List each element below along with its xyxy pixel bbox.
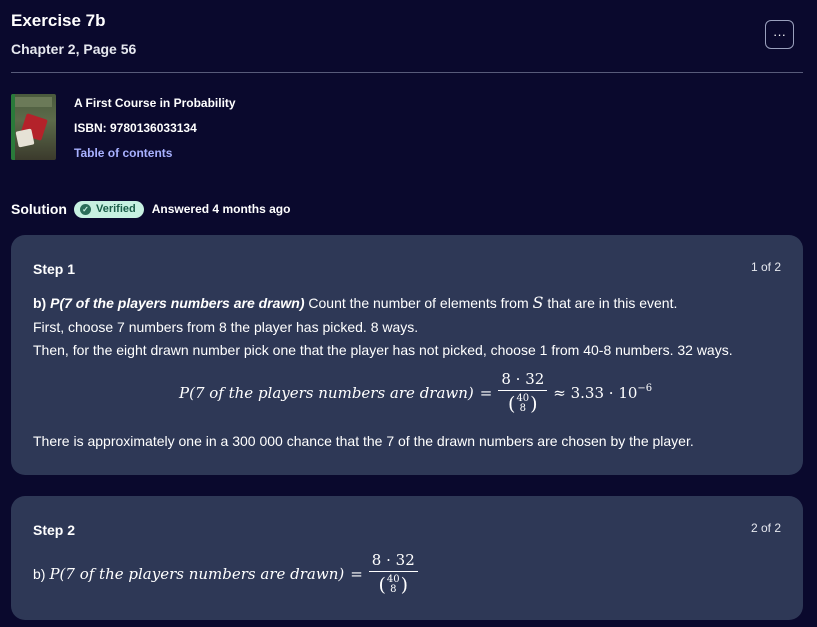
formula-fraction: 8 · 32 ( 40 8 ) (498, 370, 548, 415)
formula-fraction: 8 · 32 ( 40 8 ) (368, 551, 418, 596)
chapter-page: Chapter 2, Page 56 (11, 41, 137, 57)
verified-badge-label: Verified (96, 203, 136, 215)
set-symbol: S (532, 293, 544, 312)
header-divider (11, 72, 803, 73)
book-meta: A First Course in Probability ISBN: 9780… (74, 94, 374, 161)
step-counter: 1 of 2 (750, 260, 781, 274)
book-cover-image[interactable] (11, 94, 56, 160)
step-1-intro: b) P(7 of the players numbers are drawn)… (33, 292, 793, 314)
formula-exponent: −6 (637, 383, 653, 394)
step-card-1: Step 1 1 of 2 b) P(7 of the players numb… (11, 235, 803, 475)
probability-formula: b) P(7 of the players numbers are drawn)… (33, 551, 424, 596)
step-label: Step 2 (33, 522, 76, 538)
fraction-bar (498, 390, 548, 391)
binom-bottom: 8 (390, 584, 397, 595)
step-1-line-2: First, choose 7 numbers from 8 the playe… (33, 319, 419, 335)
book-isbn: ISBN: 9780136033134 (74, 121, 197, 135)
book-title: A First Course in Probability (74, 96, 236, 110)
table-of-contents-link[interactable]: Table of contents (74, 145, 374, 161)
formula-lhs: P(7 of the players numbers are drawn) (49, 564, 345, 583)
solution-label: Solution (11, 201, 67, 217)
fraction-bar (368, 571, 418, 572)
fraction-denominator: ( 40 8 ) (508, 393, 538, 415)
step-1-conclusion: There is approximately one in a 300 000 … (33, 433, 694, 449)
binomial: ( 40 8 ) (508, 393, 538, 415)
event-name: P(7 of the players numbers are drawn) (50, 295, 305, 311)
formula-approx: ≈ 3.33 · 10 (553, 383, 638, 402)
part-label: b) (33, 565, 46, 582)
intro-text: Count the number of elements from (308, 295, 529, 311)
verified-check-icon: ✓ (80, 203, 91, 215)
more-options-button[interactable]: ··· (765, 20, 794, 49)
page-title: Exercise 7b (11, 11, 106, 30)
intro-text-end: that are in this event. (547, 295, 678, 311)
step-counter: 2 of 2 (750, 521, 781, 535)
step-label: Step 1 (33, 261, 76, 277)
cover-title-band (15, 97, 52, 107)
binom-bottom: 8 (519, 403, 526, 414)
formula-lhs: P(7 of the players numbers are drawn) (179, 383, 474, 402)
probability-formula: P(7 of the players numbers are drawn) = … (179, 370, 652, 415)
step-1-line-3: Then, for the eight drawn number pick on… (33, 342, 733, 358)
exercise-header: Exercise 7b Chapter 2, Page 56 (11, 10, 803, 58)
more-dots-icon: ··· (773, 27, 786, 42)
solution-row: Solution ✓ Verified Answered 4 months ag… (11, 199, 290, 219)
answered-time: Answered 4 months ago (151, 202, 291, 216)
fraction-numerator: 8 · 32 (371, 551, 415, 569)
part-label: b) (33, 295, 47, 311)
fraction-denominator: ( 40 8 ) (378, 574, 408, 596)
binomial: ( 40 8 ) (378, 574, 409, 596)
formula-equals: = (479, 383, 493, 402)
step-card-2: Step 2 2 of 2 b) P(7 of the players numb… (11, 496, 803, 620)
formula-equals: = (350, 564, 363, 583)
fraction-numerator: 8 · 32 (501, 370, 545, 388)
verified-badge: ✓ Verified (74, 200, 144, 218)
cover-white-die (15, 128, 35, 148)
